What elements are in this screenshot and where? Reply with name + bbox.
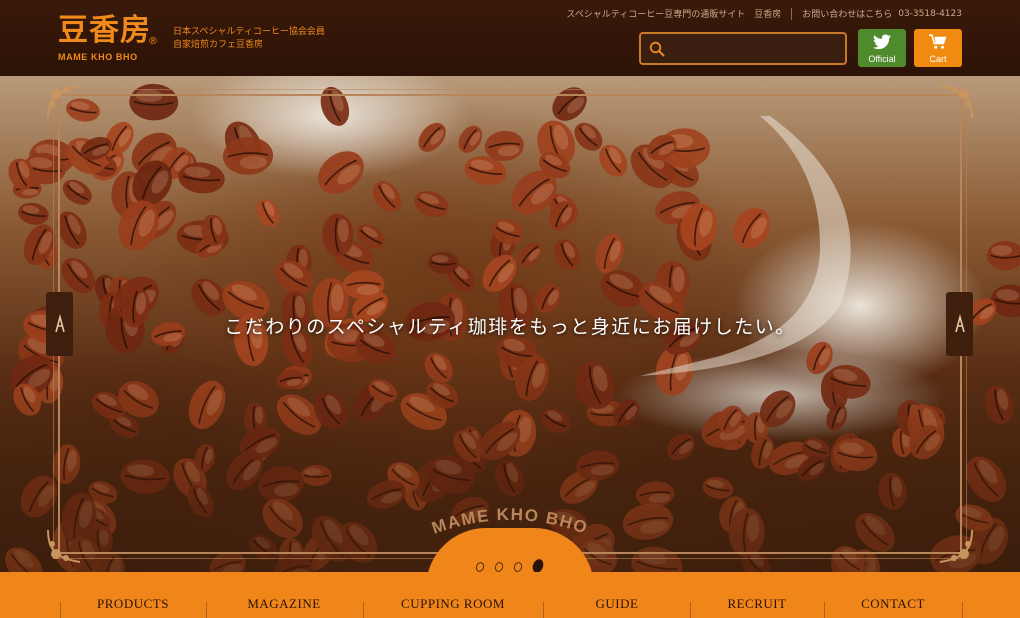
search-box[interactable] [639, 32, 847, 65]
cart-button[interactable]: Cart [914, 29, 962, 67]
chevron-left-icon [54, 313, 65, 333]
nav-item-cupping-room[interactable]: CUPPING ROOM [383, 596, 523, 612]
cart-icon [929, 34, 947, 49]
ornament-icon [939, 529, 973, 563]
tagline: 日本スペシャルティコーヒー協会会員 自家焙煎カフェ豆香房 [173, 26, 325, 52]
nav-item-guide[interactable]: GUIDE [547, 596, 687, 612]
logo-registered-mark: ® [148, 36, 158, 47]
nav-item-magazine[interactable]: MAGAZINE [214, 596, 354, 612]
hero-headline: こだわりのスペシャルティ珈琲をもっと身近にお届けしたい。 [224, 316, 796, 338]
nav-item-products[interactable]: PRODUCTS [63, 596, 203, 612]
logo-text: 豆香房 [58, 13, 151, 48]
main-nav: PRODUCTS MAGAZINE CUPPING ROOM GUIDE RECRUIT… [0, 572, 1020, 618]
nav-divider [60, 602, 61, 618]
search-input[interactable] [669, 34, 841, 63]
divider [791, 7, 793, 20]
next-slide-button[interactable] [946, 292, 973, 356]
top-links: スペシャルティコーヒー豆専門の通販サイト 豆香房 お問い合わせはこちら 03-3… [566, 7, 962, 20]
phone-number: 03-3518-4123 [898, 8, 962, 19]
chevron-right-icon [954, 313, 965, 333]
site-description-link[interactable]: スペシャルティコーヒー豆専門の通販サイト 豆香房 [566, 7, 781, 20]
ornament-icon [47, 85, 81, 119]
nav-divider [363, 602, 364, 618]
tagline-line-2: 自家焙煎カフェ豆香房 [173, 40, 264, 50]
nav-item-contact[interactable]: CONTACT [823, 596, 963, 612]
logo[interactable]: 豆香房 ® MAME KHO BHO [56, 12, 160, 66]
official-label: Official [868, 54, 896, 64]
search-icon[interactable] [649, 41, 665, 57]
official-twitter-button[interactable]: Official [858, 29, 906, 67]
contact-link[interactable]: お問い合わせはこちら [802, 7, 892, 20]
prev-slide-button[interactable] [46, 292, 73, 356]
tagline-line-1: 日本スペシャルティコーヒー協会会員 [173, 27, 325, 37]
cart-label: Cart [929, 54, 947, 64]
nav-divider [543, 602, 544, 618]
hero-slider: こだわりのスペシャルティ珈琲をもっと身近にお届けしたい。 MAME KHO BH… [0, 76, 1020, 572]
logo-subtitle: MAME KHO BHO [58, 52, 138, 62]
ornament-icon [47, 529, 81, 563]
twitter-icon [873, 34, 891, 50]
ornament-icon [939, 85, 973, 119]
site-header: 豆香房 ® MAME KHO BHO 日本スペシャルティコーヒー協会会員 自家焙… [0, 0, 1020, 76]
nav-item-recruit[interactable]: RECRUIT [687, 596, 827, 612]
nav-divider [206, 602, 207, 618]
